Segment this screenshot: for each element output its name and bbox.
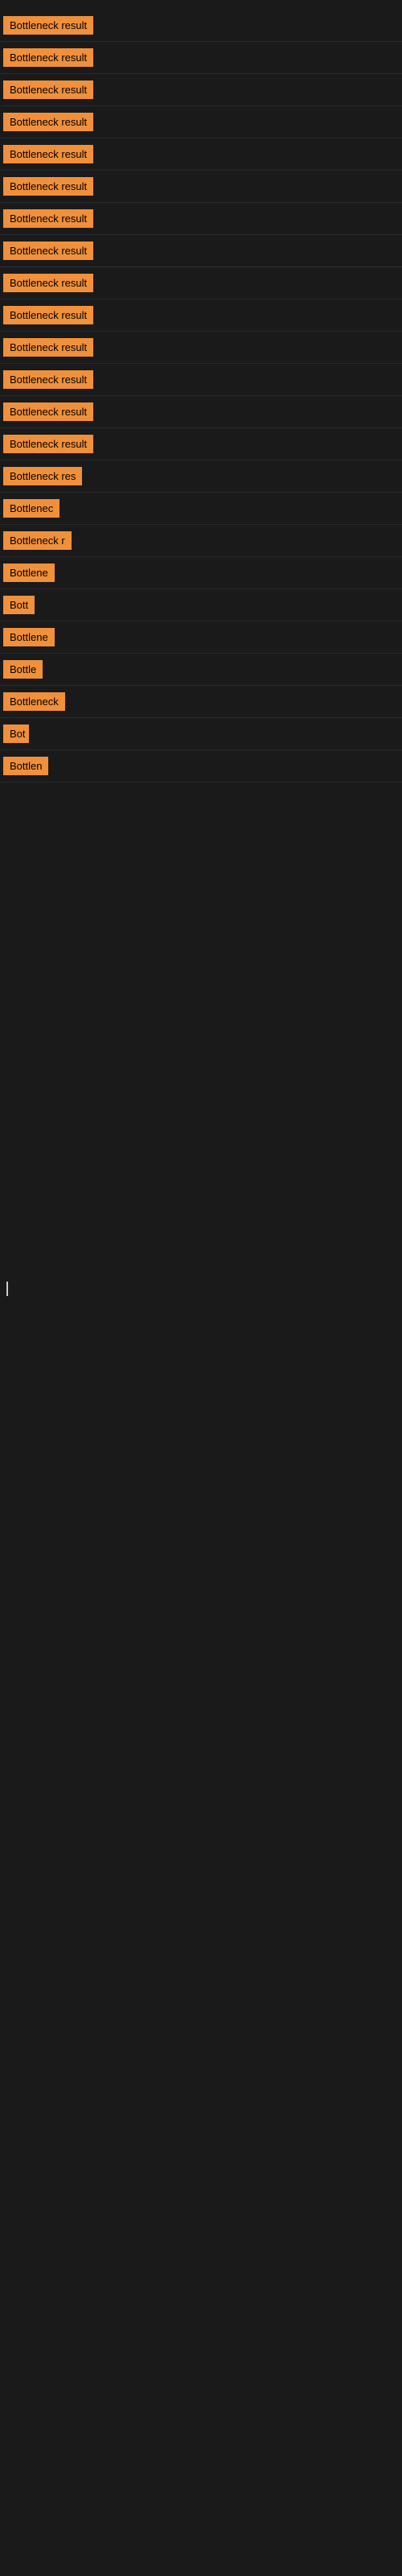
- list-item[interactable]: Bottleneck result: [0, 138, 402, 171]
- bottom-space: [0, 1587, 402, 1829]
- text-cursor: [6, 1282, 8, 1296]
- list-item[interactable]: Bottleneck result: [0, 203, 402, 235]
- bottleneck-result-badge[interactable]: Bottleneck result: [3, 370, 93, 389]
- list-item[interactable]: Bottleneck result: [0, 332, 402, 364]
- bottleneck-result-badge[interactable]: Bottle: [3, 660, 43, 679]
- bottleneck-result-badge[interactable]: Bot: [3, 724, 29, 743]
- bottleneck-result-badge[interactable]: Bottleneck result: [3, 80, 93, 99]
- list-item[interactable]: Bot: [0, 718, 402, 750]
- bottleneck-result-badge[interactable]: Bottleneck result: [3, 402, 93, 421]
- bottleneck-result-badge[interactable]: Bottleneck result: [3, 113, 93, 131]
- list-item[interactable]: Bottleneck result: [0, 299, 402, 332]
- empty-space: [0, 782, 402, 1265]
- list-item[interactable]: Bottleneck result: [0, 106, 402, 138]
- list-item[interactable]: Bottleneck res: [0, 460, 402, 493]
- bottleneck-result-badge[interactable]: Bottleneck result: [3, 48, 93, 67]
- bottleneck-result-badge[interactable]: Bottleneck res: [3, 467, 82, 485]
- list-item[interactable]: Bottlene: [0, 557, 402, 589]
- list-item[interactable]: Bottlene: [0, 621, 402, 654]
- bottleneck-result-badge[interactable]: Bottleneck result: [3, 306, 93, 324]
- list-item[interactable]: Bottleneck result: [0, 396, 402, 428]
- list-item[interactable]: Bott: [0, 589, 402, 621]
- bottleneck-result-badge[interactable]: Bottlenec: [3, 499, 59, 518]
- cursor-area: [0, 1265, 402, 1587]
- list-item[interactable]: Bottleneck: [0, 686, 402, 718]
- list-item[interactable]: Bottleneck result: [0, 364, 402, 396]
- list-item[interactable]: Bottleneck result: [0, 42, 402, 74]
- bottleneck-result-badge[interactable]: Bottlen: [3, 757, 48, 775]
- site-title-bar: [0, 0, 402, 10]
- bottleneck-result-badge[interactable]: Bottleneck result: [3, 274, 93, 292]
- bottleneck-result-badge[interactable]: Bottlene: [3, 564, 55, 582]
- bottleneck-result-badge[interactable]: Bottleneck result: [3, 16, 93, 35]
- list-item[interactable]: Bottleneck result: [0, 10, 402, 42]
- list-item[interactable]: Bottleneck result: [0, 74, 402, 106]
- bottleneck-result-badge[interactable]: Bottleneck r: [3, 531, 72, 550]
- bottleneck-result-badge[interactable]: Bottleneck result: [3, 145, 93, 163]
- list-item[interactable]: Bottleneck result: [0, 428, 402, 460]
- bottleneck-result-badge[interactable]: Bottleneck result: [3, 242, 93, 260]
- bottleneck-result-badge[interactable]: Bottleneck result: [3, 338, 93, 357]
- list-item[interactable]: Bottleneck result: [0, 235, 402, 267]
- list-item[interactable]: Bottlen: [0, 750, 402, 782]
- list-item[interactable]: Bottle: [0, 654, 402, 686]
- bottleneck-list: Bottleneck result Bottleneck result Bottle…: [0, 10, 402, 782]
- bottleneck-result-badge[interactable]: Bottleneck result: [3, 435, 93, 453]
- list-item[interactable]: Bottleneck result: [0, 267, 402, 299]
- bottleneck-result-badge[interactable]: Bottleneck result: [3, 209, 93, 228]
- bottleneck-result-badge[interactable]: Bott: [3, 596, 35, 614]
- site-title: [0, 0, 402, 10]
- list-item[interactable]: Bottleneck result: [0, 171, 402, 203]
- bottleneck-result-badge[interactable]: Bottleneck result: [3, 177, 93, 196]
- list-item[interactable]: Bottlenec: [0, 493, 402, 525]
- bottleneck-result-badge[interactable]: Bottleneck: [3, 692, 65, 711]
- bottleneck-result-badge[interactable]: Bottlene: [3, 628, 55, 646]
- list-item[interactable]: Bottleneck r: [0, 525, 402, 557]
